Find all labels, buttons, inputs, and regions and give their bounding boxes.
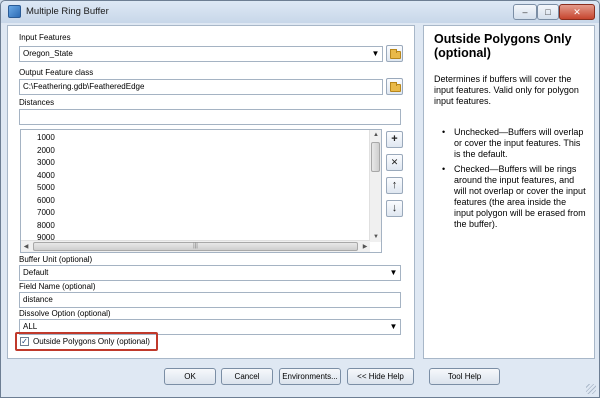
- list-item[interactable]: 2000: [37, 145, 55, 158]
- outside-polygons-checkbox[interactable]: ✓: [20, 337, 29, 346]
- input-features-label: Input Features: [19, 33, 71, 42]
- help-item-unchecked: • Unchecked—Buffers will overlap or cove…: [442, 127, 588, 160]
- browse-input-button[interactable]: [386, 45, 403, 62]
- cancel-button[interactable]: Cancel: [221, 368, 273, 385]
- list-item[interactable]: 3000: [37, 157, 55, 170]
- ok-button[interactable]: OK: [164, 368, 216, 385]
- scroll-thumb[interactable]: [371, 142, 380, 172]
- buffer-unit-label: Buffer Unit (optional): [19, 255, 93, 264]
- scroll-up-icon[interactable]: ▲: [370, 130, 381, 140]
- move-up-button[interactable]: ↑: [386, 177, 403, 194]
- input-features-value: Oregon_State: [23, 49, 73, 58]
- chevron-down-icon[interactable]: ▼: [371, 50, 380, 58]
- output-feature-class-field[interactable]: C:\Feathering.gdb\FeatheredEdge: [19, 79, 383, 95]
- tool-help-button[interactable]: Tool Help: [429, 368, 500, 385]
- horizontal-scrollbar[interactable]: ◀ ||| ▶: [21, 240, 370, 252]
- toolbox-icon: [8, 5, 21, 18]
- help-options-list: • Unchecked—Buffers will overlap or cove…: [442, 127, 588, 234]
- help-item-text: Checked—Buffers will be rings around the…: [454, 164, 586, 229]
- scroll-left-icon[interactable]: ◀: [21, 241, 31, 252]
- distances-input[interactable]: [19, 109, 401, 125]
- remove-distance-button[interactable]: ✕: [386, 154, 403, 171]
- dissolve-option-value: ALL: [23, 322, 38, 331]
- help-item-checked: • Checked—Buffers will be rings around t…: [442, 164, 588, 230]
- title-bar[interactable]: Multiple Ring Buffer – □ ✕: [1, 1, 599, 23]
- help-panel: Outside Polygons Only (optional) Determi…: [423, 25, 595, 359]
- maximize-button[interactable]: □: [537, 4, 559, 20]
- help-title: Outside Polygons Only (optional): [434, 32, 572, 60]
- dissolve-option-label: Dissolve Option (optional): [19, 309, 111, 318]
- bullet-icon: •: [442, 164, 446, 174]
- list-item[interactable]: 6000: [37, 195, 55, 208]
- scroll-down-icon[interactable]: ▼: [370, 232, 381, 242]
- list-item[interactable]: 4000: [37, 170, 55, 183]
- close-button[interactable]: ✕: [559, 4, 595, 20]
- parameters-panel: Input Features Oregon_State ▼ Output Fea…: [7, 25, 415, 359]
- resize-grip-icon[interactable]: [586, 384, 596, 394]
- output-feature-class-label: Output Feature class: [19, 68, 94, 77]
- outside-polygons-option[interactable]: ✓ Outside Polygons Only (optional): [15, 332, 158, 351]
- multiple-ring-buffer-dialog: Multiple Ring Buffer – □ ✕ Input Feature…: [0, 0, 600, 398]
- field-name-label: Field Name (optional): [19, 282, 96, 291]
- scroll-right-icon[interactable]: ▶: [360, 241, 370, 252]
- hide-help-button[interactable]: << Hide Help: [347, 368, 414, 385]
- list-item[interactable]: 7000: [37, 207, 55, 220]
- vertical-scrollbar[interactable]: ▲ ▼: [369, 130, 381, 242]
- list-item[interactable]: 8000: [37, 220, 55, 233]
- field-name-input[interactable]: distance: [19, 292, 401, 308]
- help-item-text: Unchecked—Buffers will overlap or cover …: [454, 127, 584, 159]
- environments-button[interactable]: Environments...: [279, 368, 341, 385]
- move-down-button[interactable]: ↓: [386, 200, 403, 217]
- distances-label: Distances: [19, 98, 55, 107]
- distances-list[interactable]: 1000 2000 3000 4000 5000 6000 7000 8000 …: [20, 129, 382, 253]
- chevron-down-icon[interactable]: ▼: [389, 323, 398, 331]
- browse-output-button[interactable]: [386, 78, 403, 95]
- folder-icon: [390, 49, 401, 59]
- buffer-unit-dropdown[interactable]: Default ▼: [19, 265, 401, 281]
- minimize-button[interactable]: –: [513, 4, 537, 20]
- bullet-icon: •: [442, 127, 446, 137]
- folder-icon: [390, 82, 401, 92]
- help-description: Determines if buffers will cover the inp…: [434, 74, 579, 106]
- buffer-unit-value: Default: [23, 268, 49, 277]
- outside-polygons-label[interactable]: Outside Polygons Only (optional): [33, 337, 150, 346]
- input-features-dropdown[interactable]: Oregon_State ▼: [19, 46, 383, 62]
- list-item[interactable]: 1000: [37, 132, 55, 145]
- list-item[interactable]: 5000: [37, 182, 55, 195]
- window-title: Multiple Ring Buffer: [26, 6, 109, 17]
- scroll-thumb-horizontal[interactable]: |||: [33, 242, 358, 251]
- chevron-down-icon[interactable]: ▼: [389, 269, 398, 277]
- add-distance-button[interactable]: +: [386, 131, 403, 148]
